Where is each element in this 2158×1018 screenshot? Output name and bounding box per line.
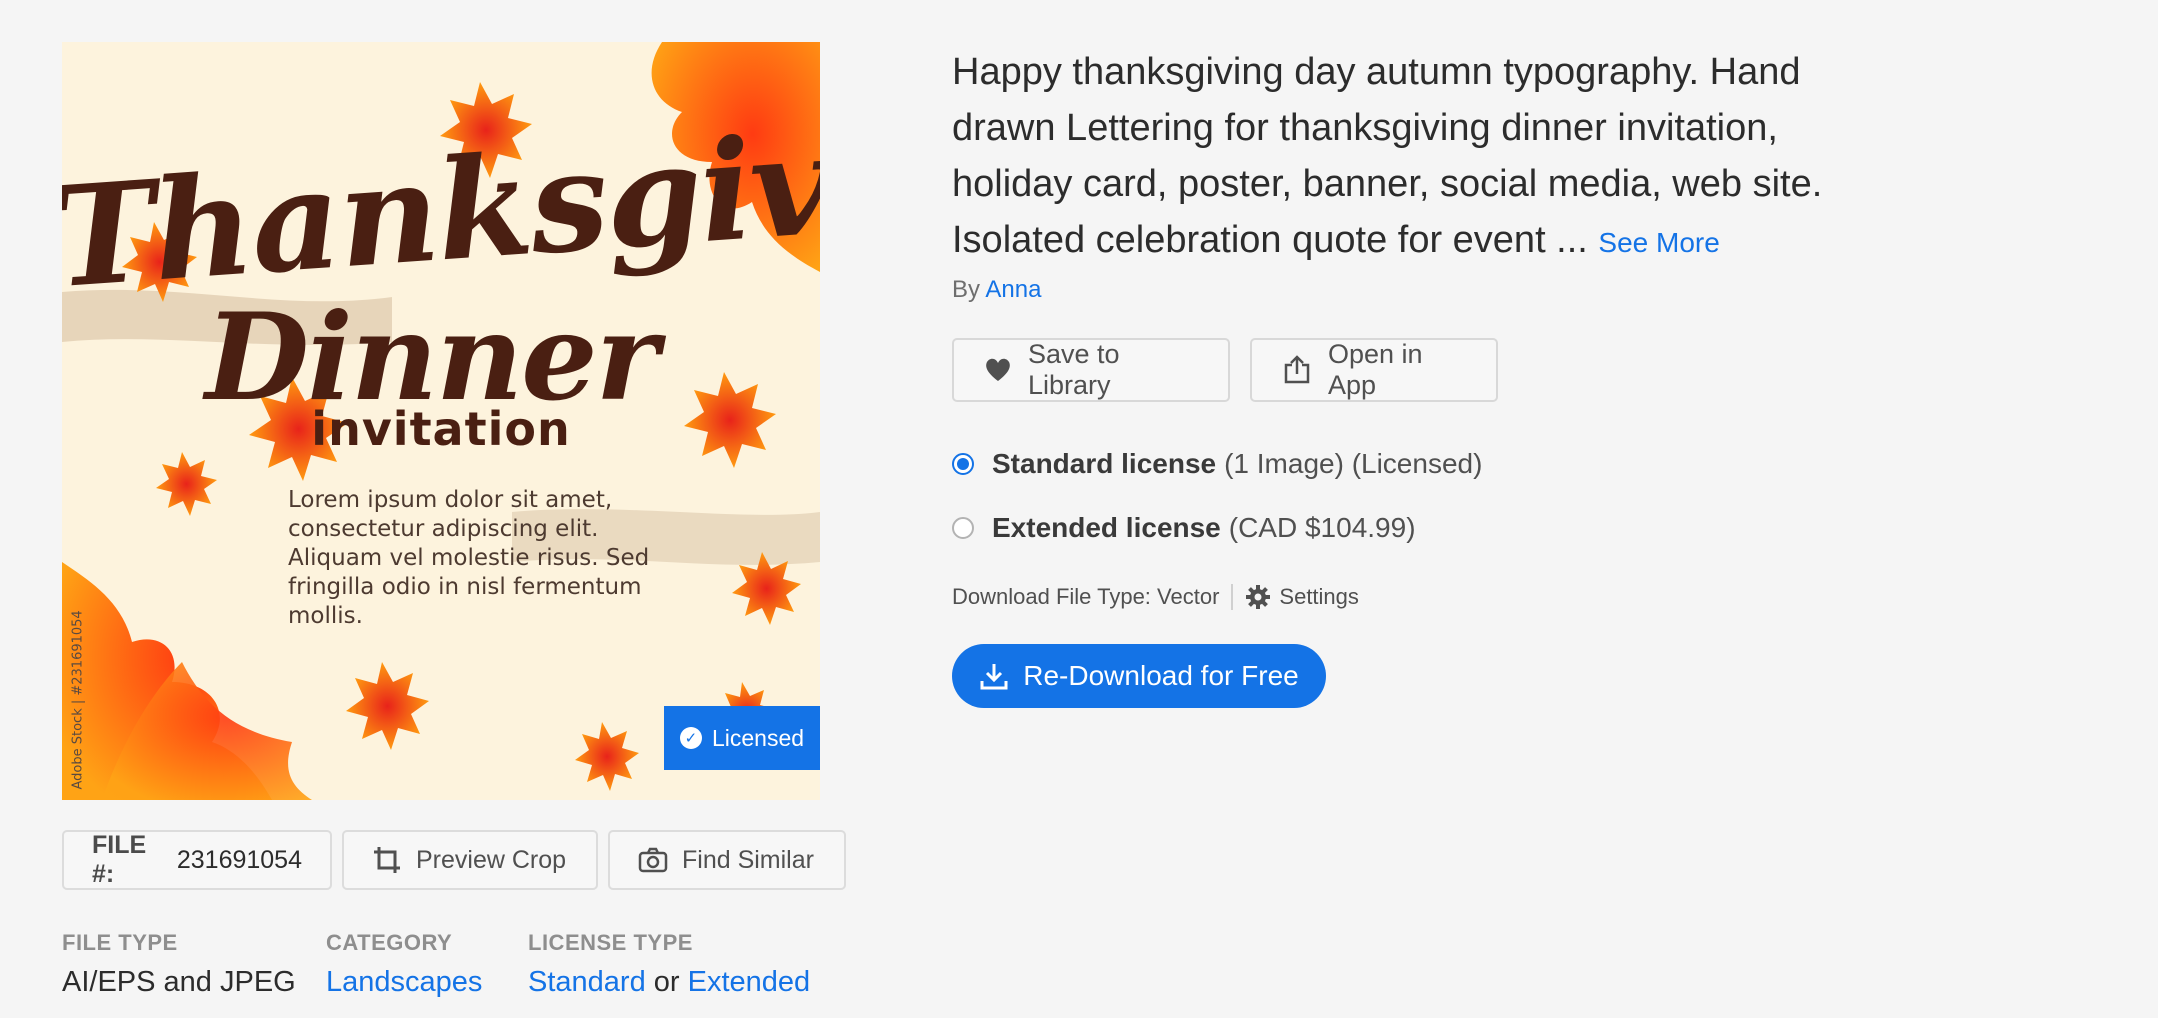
- file-number-label: FILE #:: [92, 831, 147, 888]
- preview-watermark: Adobe Stock | #231691054: [70, 610, 86, 790]
- license-type-section: LICENSE TYPE Standard or Extended: [528, 930, 810, 999]
- settings-label: Settings: [1279, 584, 1359, 609]
- download-file-type-row: Download File Type: Vector Settings: [952, 584, 1359, 610]
- standard-license-name: Standard license: [992, 448, 1217, 479]
- settings-link[interactable]: Settings: [1245, 584, 1359, 610]
- license-or-text: or: [653, 966, 680, 998]
- by-label: By: [952, 276, 981, 303]
- redownload-button[interactable]: Re-Download for Free: [952, 644, 1326, 708]
- find-similar-label: Find Similar: [682, 845, 814, 874]
- gear-icon: [1246, 585, 1271, 609]
- file-number-value[interactable]: 231691054: [177, 846, 302, 875]
- heart-icon: [984, 357, 1012, 383]
- license-option-standard[interactable]: Standard license (1 Image) (Licensed): [952, 448, 1482, 480]
- save-to-library-label: Save to Library: [1028, 339, 1120, 400]
- check-circle-icon: ✓: [679, 727, 702, 749]
- category-link[interactable]: Landscapes: [326, 966, 482, 998]
- category-section: CATEGORY Landscapes: [326, 930, 482, 999]
- crop-icon: [372, 845, 402, 875]
- extended-license-radio[interactable]: [952, 517, 974, 539]
- file-type-section: FILE TYPE AI/EPS and JPEG: [62, 930, 296, 999]
- asset-preview-image[interactable]: Thanksgiving Dinner invitation Lorem ips…: [62, 42, 820, 800]
- see-more-link[interactable]: See More: [1598, 227, 1719, 258]
- standard-license-link[interactable]: Standard: [528, 966, 646, 998]
- licensed-badge-label: Licensed: [711, 724, 805, 751]
- extended-license-detail: (CAD $104.99): [1228, 512, 1416, 543]
- divider: [1231, 584, 1234, 610]
- download-file-type-text: Download File Type: Vector: [952, 584, 1220, 609]
- asset-toolbar: FILE #: 231691054 Preview Crop Find Simi…: [62, 830, 846, 890]
- download-icon: [979, 661, 1009, 691]
- save-to-library-button[interactable]: Save to Library: [952, 338, 1230, 402]
- extended-license-name: Extended license: [992, 512, 1221, 543]
- find-similar-button[interactable]: Find Similar: [608, 830, 846, 890]
- open-in-app-button[interactable]: Open in App: [1250, 338, 1498, 402]
- license-option-extended[interactable]: Extended license (CAD $104.99): [952, 512, 1416, 544]
- preview-body-text: Lorem ipsum dolor sit amet, consectetur …: [288, 487, 650, 629]
- file-number-box[interactable]: FILE #: 231691054: [62, 830, 332, 890]
- preview-subheadline: invitation: [311, 402, 571, 456]
- redownload-label: Re-Download for Free: [1023, 660, 1299, 691]
- category-heading: CATEGORY: [326, 930, 453, 955]
- camera-icon: [638, 847, 668, 873]
- share-icon: [1282, 355, 1312, 385]
- standard-license-radio[interactable]: [952, 453, 974, 475]
- asset-title: Happy thanksgiving day autumn typography…: [952, 44, 1832, 271]
- standard-license-detail: (1 Image) (Licensed): [1224, 448, 1483, 479]
- author-byline: By Anna: [952, 276, 1041, 304]
- open-in-app-label: Open in App: [1328, 339, 1423, 400]
- extended-license-link[interactable]: Extended: [688, 966, 811, 998]
- author-link[interactable]: Anna: [985, 276, 1041, 303]
- preview-crop-label: Preview Crop: [416, 845, 567, 874]
- preview-crop-button[interactable]: Preview Crop: [342, 830, 598, 890]
- file-type-heading: FILE TYPE: [62, 930, 178, 955]
- license-type-heading: LICENSE TYPE: [528, 930, 693, 955]
- file-type-value: AI/EPS and JPEG: [62, 966, 296, 998]
- licensed-badge: ✓ Licensed: [664, 706, 820, 770]
